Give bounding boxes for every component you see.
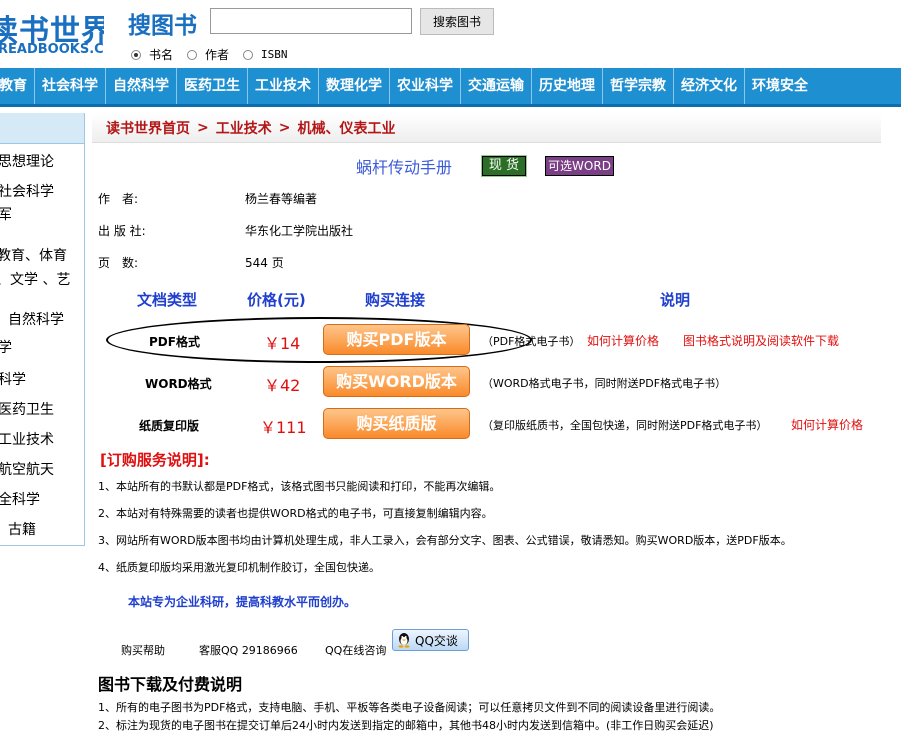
author-label: 作 者: xyxy=(98,192,139,206)
price-paper: ￥111 xyxy=(260,418,307,437)
radio-dot[interactable] xyxy=(187,49,198,60)
book-title: 蜗杆传动手册 xyxy=(356,158,453,177)
service-note: 4、纸质复印版均采用激光复印机制作胶订，全国包快递。 xyxy=(98,561,380,574)
price-word: ￥42 xyxy=(264,376,301,395)
radio-label: 书名 xyxy=(149,48,174,62)
format-word: WORD格式 xyxy=(145,377,212,391)
nav-item-math-chem[interactable]: 数理化学 xyxy=(319,68,390,104)
category-nav: 文教育 社会科学 自然科学 医药卫生 工业技术 数理化学 农业科学 交通运输 历… xyxy=(0,68,901,107)
breadcrumb-separator: > xyxy=(197,119,209,136)
price-pdf: ￥14 xyxy=(264,334,301,353)
link-price-calc-paper[interactable]: 如何计算价格 xyxy=(791,416,863,433)
desc-paper: （复印版纸质书，全国包快递，同时附送PDF格式电子书） xyxy=(482,419,768,432)
service-note: 1、本站所有的书默认都是PDF格式，该格式图书只能阅读和打印，不能再次编辑。 xyxy=(98,480,501,493)
nav-item-social-science[interactable]: 社会科学 xyxy=(35,68,106,104)
in-stock-badge: 现 货 xyxy=(481,155,527,177)
sidebar-item[interactable]: 军 xyxy=(0,204,12,224)
link-format-help[interactable]: 图书格式说明及阅读软件下载 xyxy=(683,332,839,349)
search-button[interactable]: 搜索图书 xyxy=(420,8,494,35)
sidebar: 思想理论 社会科学 军 教育、体育 、文学 、艺 、自然科学 学 科学 医药卫生… xyxy=(0,113,85,546)
link-price-calc[interactable]: 如何计算价格 xyxy=(587,332,659,349)
header-price: 价格(元) xyxy=(247,291,306,309)
service-title: [订购服务说明]: xyxy=(100,451,210,469)
sidebar-item[interactable]: 、自然科学 xyxy=(0,309,64,329)
author-value: 杨兰春等编著 xyxy=(245,192,318,206)
nav-item-medicine[interactable]: 医药卫生 xyxy=(177,68,248,104)
buy-pdf-button[interactable]: 购买PDF版本 xyxy=(323,324,470,355)
nav-item-industry[interactable]: 工业技术 xyxy=(248,68,319,104)
radio-dot[interactable] xyxy=(131,49,141,60)
breadcrumb: 读书世界首页 > 工业技术 > 机械、仪表工业 xyxy=(92,113,881,143)
sidebar-item[interactable]: 医药卫生 xyxy=(0,399,54,419)
search-title: 搜图书 xyxy=(128,13,197,39)
publisher-label: 出 版 社: xyxy=(98,224,146,238)
breadcrumb-category[interactable]: 工业技术 xyxy=(216,118,272,138)
format-paper: 纸质复印版 xyxy=(139,419,200,433)
download-note: 2、标注为现货的电子图书在提交订单后24小时内发送到指定的邮箱中，其他书48小时… xyxy=(98,719,714,732)
publisher-value: 华东化工学院出版社 xyxy=(245,224,354,238)
nav-item-agriculture[interactable]: 农业科学 xyxy=(390,68,461,104)
radio-author[interactable]: 作者 xyxy=(187,46,229,63)
qq-service-number: 客服QQ 29186966 xyxy=(199,644,298,657)
buy-help-link[interactable]: 购买帮助 xyxy=(121,642,165,658)
search-type-group: 书名 作者 ISBN xyxy=(131,46,302,63)
sidebar-item[interactable]: 全科学 xyxy=(0,489,40,509)
sidebar-item[interactable]: 思想理论 xyxy=(0,151,54,171)
desc-word: （WORD格式电子书，同时附送PDF格式电子书） xyxy=(482,377,727,390)
sidebar-item[interactable]: 科学 xyxy=(0,369,26,389)
qq-chat-label: QQ交谈 xyxy=(415,633,458,648)
sidebar-header xyxy=(0,113,84,144)
radio-title[interactable]: 书名 xyxy=(131,46,173,63)
service-note: 2、本站对有特殊需要的读者也提供WORD格式的电子书，可直接复制编辑内容。 xyxy=(98,507,493,520)
radio-label: 作者 xyxy=(205,48,230,62)
nav-item-education[interactable]: 文教育 xyxy=(0,68,35,104)
download-note: 1、所有的电子图书为PDF格式，支持电脑、手机、平板等各类电子设备阅读；可以任意… xyxy=(98,701,721,714)
header-buy-link: 购买连接 xyxy=(365,291,426,309)
qq-online-label: QQ在线咨询 xyxy=(325,644,387,657)
nav-item-history-geo[interactable]: 历史地理 xyxy=(532,68,603,104)
site-header: 读书世界 READBOOKS.CC 搜图书 搜索图书 书名 作者 ISBN xyxy=(0,0,901,66)
nav-item-environment[interactable]: 环境安全 xyxy=(745,68,815,104)
sidebar-item[interactable]: 社会科学 xyxy=(0,181,54,201)
radio-isbn[interactable]: ISBN xyxy=(243,48,288,61)
logo-domain: READBOOKS.CC xyxy=(0,42,104,57)
word-option-badge: 可选WORD xyxy=(545,156,614,176)
nav-item-natural-science[interactable]: 自然科学 xyxy=(106,68,177,104)
header-doc-type: 文档类型 xyxy=(137,291,198,309)
sidebar-item[interactable]: 工业技术 xyxy=(0,429,54,449)
radio-label: ISBN xyxy=(261,48,288,61)
download-title: 图书下载及付费说明 xyxy=(98,675,243,694)
breadcrumb-home[interactable]: 读书世界首页 xyxy=(106,118,190,138)
qq-chat-button[interactable]: QQ交谈 xyxy=(392,629,469,651)
nav-item-transport[interactable]: 交通运输 xyxy=(461,68,532,104)
desc-pdf: （PDF格式电子书） xyxy=(482,335,581,348)
pages-label: 页 数: xyxy=(98,256,139,270)
breadcrumb-separator: > xyxy=(278,119,291,136)
sidebar-item[interactable]: 教育、体育 xyxy=(0,245,67,265)
buy-word-button[interactable]: 购买WORD版本 xyxy=(323,366,470,397)
header-note: 说明 xyxy=(660,291,691,309)
radio-dot[interactable] xyxy=(243,49,254,60)
sidebar-item[interactable]: 航空航天 xyxy=(0,459,54,479)
site-logo[interactable]: 读书世界 READBOOKS.CC xyxy=(0,6,104,62)
qq-penguin-icon xyxy=(398,633,410,648)
buy-paper-button[interactable]: 购买纸质版 xyxy=(323,408,470,439)
format-pdf: PDF格式 xyxy=(149,335,200,349)
nav-item-economy[interactable]: 经济文化 xyxy=(674,68,745,104)
sidebar-item[interactable]: 、古籍 xyxy=(0,519,36,539)
breadcrumb-subcategory[interactable]: 机械、仪表工业 xyxy=(297,118,395,138)
nav-item-philosophy[interactable]: 哲学宗教 xyxy=(603,68,674,104)
search-input[interactable] xyxy=(210,8,412,34)
pages-value: 544 页 xyxy=(245,256,284,270)
sidebar-item[interactable]: 、文学 、艺 xyxy=(0,269,70,289)
sidebar-item[interactable]: 学 xyxy=(0,337,12,357)
service-note: 3、网站所有WORD版本图书均由计算机处理生成，非人工录入，会有部分文字、图表、… xyxy=(98,534,792,547)
site-slogan: 本站专为企业科研，提高科教水平而创办。 xyxy=(128,595,357,609)
